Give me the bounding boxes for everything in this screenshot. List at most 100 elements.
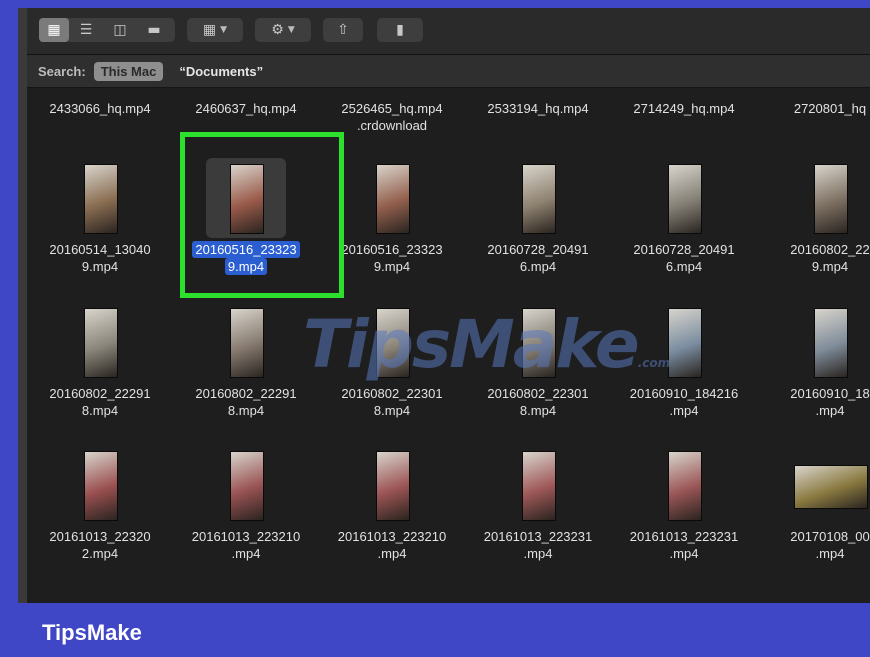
file-name: 2460637_hq.mp4 [173, 100, 319, 134]
file-name: 20161013_223231 .mp4 [611, 528, 757, 562]
video-thumbnail-image [668, 164, 702, 234]
file-name-line-2: .mp4 [669, 403, 699, 418]
video-thumbnail-image [376, 164, 410, 234]
file-name-line-1: 20160728_20491 [487, 242, 589, 257]
file-name-line-1: 20160802_22301 [487, 386, 589, 401]
file-name: 2533194_hq.mp4 [465, 100, 611, 134]
file-name: 20160802_22291 8.mp4 [173, 385, 319, 419]
video-thumbnail-image [522, 164, 556, 234]
file-name: 20160802_22 9.mp4 [757, 241, 870, 275]
file-name: 20160728_20491 6.mp4 [465, 241, 611, 275]
file-name: 20161013_223210 .mp4 [173, 528, 319, 562]
video-thumbnail-image [794, 465, 868, 509]
file-name-line-1: 20160802_22291 [195, 386, 297, 401]
file-thumbnail[interactable] [352, 158, 432, 238]
group-button[interactable]: ▦ ▼ [187, 18, 243, 42]
file-name-line-1: 2533194_hq.mp4 [487, 101, 589, 116]
file-name-line-2: .mp4 [377, 546, 407, 561]
file-name-line-2: 6.mp4 [665, 259, 703, 274]
file-name-line-2 [97, 117, 103, 134]
file-name-line-1: 20161013_223210 [337, 529, 447, 544]
selection-highlight-box [180, 132, 344, 298]
file-name: 2433066_hq.mp4 [27, 100, 173, 134]
file-name-line-2: 2.mp4 [81, 546, 119, 561]
video-thumbnail-image [814, 308, 848, 378]
file-thumbnail[interactable] [644, 445, 724, 525]
file-thumbnail[interactable] [644, 158, 724, 238]
scope-this-mac[interactable]: This Mac [93, 61, 164, 81]
file-thumbnail[interactable] [790, 445, 870, 525]
file-name-line-1: 2526465_hq.mp4 [341, 101, 443, 116]
file-thumbnail[interactable] [206, 445, 286, 525]
video-thumbnail-image [668, 308, 702, 378]
search-scope-bar: Search: This Mac “Documents” [27, 55, 870, 88]
file-name: 20160910_18 .mp4 [757, 385, 870, 419]
share-button[interactable]: ⇧ [323, 18, 363, 42]
file-thumbnail[interactable] [352, 445, 432, 525]
video-thumbnail-image [84, 164, 118, 234]
column-view-icon[interactable]: ◫ [103, 18, 137, 42]
file-name: 20170108_00 .mp4 [757, 528, 870, 562]
video-thumbnail-image [84, 308, 118, 378]
file-name-line-1: 20161013_223231 [483, 529, 593, 544]
file-name: 20160910_184216 .mp4 [611, 385, 757, 419]
video-thumbnail-image [814, 164, 848, 234]
file-name-line-1: 20160910_184216 [629, 386, 739, 401]
action-button[interactable]: ⚙ ▼ [255, 18, 311, 42]
file-name-line-1: 20160802_22 [790, 242, 870, 257]
tag-button[interactable]: ▮ [377, 18, 423, 42]
file-name-line-2: 8.mp4 [373, 403, 411, 418]
file-name-line-2: .mp4 [523, 546, 553, 561]
file-name-line-1: 2433066_hq.mp4 [49, 101, 151, 116]
file-name-line-1: 20160728_20491 [633, 242, 735, 257]
file-thumbnail[interactable] [206, 302, 286, 382]
chevron-down-icon: ▼ [287, 25, 295, 35]
file-name-line-1: 20161013_223210 [191, 529, 301, 544]
video-thumbnail-image [376, 451, 410, 521]
file-name-line-2: .mp4 [669, 546, 699, 561]
file-name-line-2: 9.mp4 [373, 259, 411, 274]
video-thumbnail-image [84, 451, 118, 521]
file-name: 2720801_hq [757, 100, 870, 134]
file-name-line-2: .mp4 [815, 546, 845, 561]
gear-icon: ⚙ ▼ [271, 22, 295, 38]
file-thumbnail[interactable] [498, 158, 578, 238]
file-name-line-2: .mp4 [231, 546, 261, 561]
file-name: 20160802_22301 8.mp4 [465, 385, 611, 419]
file-name: 20161013_223231 .mp4 [465, 528, 611, 562]
file-thumbnail[interactable] [790, 302, 870, 382]
list-view-icon[interactable]: ☰ [69, 18, 103, 42]
file-name-line-2: 8.mp4 [519, 403, 557, 418]
file-name: 20161013_223210 .mp4 [319, 528, 465, 562]
file-thumbnail[interactable] [60, 158, 140, 238]
file-thumbnail[interactable] [60, 302, 140, 382]
watermark-suffix: .com [637, 356, 671, 370]
video-thumbnail-image [668, 451, 702, 521]
tag-icon: ▮ [396, 22, 404, 38]
file-name: 20160728_20491 6.mp4 [611, 241, 757, 275]
file-name-line-1: 20160516_23323 [341, 242, 443, 257]
sidebar-edge [18, 8, 27, 603]
gallery-view-icon[interactable]: ▬ [137, 18, 171, 42]
file-name: 2714249_hq.mp4 [611, 100, 757, 134]
video-thumbnail-image [230, 451, 264, 521]
file-name: 2526465_hq.mp4 .crdownload [319, 100, 465, 134]
watermark: TipsMake.com [303, 306, 670, 383]
file-thumbnail[interactable] [60, 445, 140, 525]
scope-documents[interactable]: “Documents” [179, 64, 263, 79]
video-thumbnail-image [522, 451, 556, 521]
file-thumbnail[interactable] [498, 445, 578, 525]
file-name-line-1: 20161013_22320 [49, 529, 151, 544]
brand-label: TipsMake [42, 620, 142, 645]
file-name-line-1: 2720801_hq [793, 101, 867, 116]
file-name-line-1: 20161013_223231 [629, 529, 739, 544]
icon-view-icon[interactable]: ▦ [39, 18, 69, 42]
file-name-line-2 [827, 117, 833, 134]
file-name-line-1: 20160802_22301 [341, 386, 443, 401]
file-name-line-1: 2460637_hq.mp4 [195, 101, 297, 116]
file-name-line-1: 2714249_hq.mp4 [633, 101, 735, 116]
file-thumbnail[interactable] [790, 158, 870, 238]
file-name-line-2: 9.mp4 [811, 259, 849, 274]
file-name: 20160802_22291 8.mp4 [27, 385, 173, 419]
toolbar: ▦ ☰ ◫ ▬ ▦ ▼ ⚙ ▼ ⇧ ▮ [27, 8, 870, 55]
